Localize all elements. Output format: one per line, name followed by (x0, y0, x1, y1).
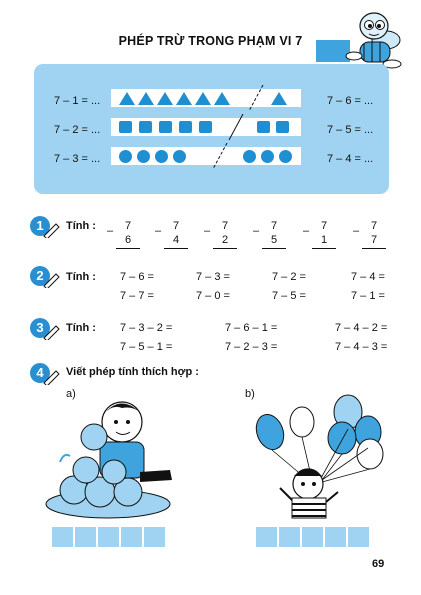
answer-box[interactable] (52, 527, 75, 547)
equation: 7 – 7 = (120, 290, 154, 302)
vertical-subtraction: –7 1 (303, 219, 336, 250)
equation: 7 – 4 – 2 = (335, 322, 388, 334)
divider-line (228, 114, 244, 140)
circle-shape (155, 150, 168, 163)
square-shape (119, 121, 132, 133)
triangle-shape (271, 92, 287, 105)
answer-line (116, 248, 140, 249)
pencil-icon (43, 370, 60, 385)
answer-line (164, 248, 188, 249)
triangle-shape (214, 92, 230, 105)
circle-shape (119, 150, 132, 163)
circle-shape (243, 150, 256, 163)
triangle-shape (195, 92, 211, 105)
minuend: 7 (172, 220, 180, 232)
minuend: 7 (320, 220, 328, 232)
vertical-subtraction: –7 5 (253, 219, 286, 250)
panel-equation-left-3: 7 – 3 = ... (54, 153, 101, 165)
equation: 7 – 6 = (120, 271, 154, 283)
pencil-icon (43, 223, 60, 238)
subtrahend: 4 (172, 234, 180, 246)
vertical-subtraction: –7 6 (107, 219, 140, 250)
circle-shape (261, 150, 274, 163)
exercise-4-label: Viết phép tính thích hợp : (66, 366, 199, 378)
pencil-icon (43, 273, 60, 288)
square-shape (276, 121, 289, 133)
answer-box[interactable] (256, 527, 279, 547)
subtrahend: 1 (320, 234, 328, 246)
vertical-subtraction: –7 4 (155, 219, 188, 250)
equation: 7 – 5 = (272, 290, 306, 302)
divider-dashed-line (212, 143, 228, 169)
minuend: 7 (124, 220, 132, 232)
answer-box[interactable] (75, 527, 98, 547)
panel-equation-right-2: 7 – 5 = ... (327, 124, 374, 136)
subtrahend: 7 (370, 234, 378, 246)
answer-box[interactable] (121, 527, 144, 547)
answer-boxes-b[interactable] (256, 527, 371, 547)
panel-equation-left-2: 7 – 2 = ... (54, 124, 101, 136)
equation: 7 – 0 = (196, 290, 230, 302)
equation: 7 – 3 – 2 = (120, 322, 173, 334)
minuend: 7 (370, 220, 378, 232)
minuend: 7 (270, 220, 278, 232)
pencil-icon (43, 325, 60, 340)
panel-equation-right-3: 7 – 4 = ... (327, 153, 374, 165)
square-shape (139, 121, 152, 133)
answer-box[interactable] (98, 527, 121, 547)
triangle-strip (111, 85, 301, 111)
boy-with-balloons-illustration (255, 394, 384, 519)
square-shape (199, 121, 212, 133)
triangle-shape (157, 92, 173, 105)
subtrahend: 6 (124, 234, 132, 246)
answer-line (362, 248, 386, 249)
panel-equation-left-1: 7 – 1 = ... (54, 95, 101, 107)
answer-box[interactable] (348, 527, 371, 547)
equation: 7 – 4 = (351, 271, 385, 283)
answer-line (312, 248, 336, 249)
answer-box[interactable] (325, 527, 348, 547)
circle-shape (173, 150, 186, 163)
circle-shape (137, 150, 150, 163)
triangle-shape (138, 92, 154, 105)
minuend: 7 (221, 220, 229, 232)
exercise-2-label: Tính : (66, 271, 96, 283)
equation: 7 – 1 = (351, 290, 385, 302)
answer-line (262, 248, 286, 249)
exercise-1-label: Tính : (66, 220, 96, 232)
vertical-subtraction: –7 7 (353, 219, 386, 250)
page-number: 69 (372, 558, 385, 570)
equation: 7 – 4 – 3 = (335, 341, 388, 353)
triangle-shape (119, 92, 135, 105)
square-strip (111, 114, 301, 140)
vertical-subtraction: –7 2 (204, 219, 237, 250)
subtrahend: 2 (221, 234, 229, 246)
answer-boxes-a[interactable] (52, 527, 167, 547)
equation: 7 – 5 – 1 = (120, 341, 173, 353)
circle-shape (279, 150, 292, 163)
square-shape (179, 121, 192, 133)
panel-equation-right-1: 7 – 6 = ... (327, 95, 374, 107)
equation: 7 – 3 = (196, 271, 230, 283)
equation: 7 – 6 – 1 = (225, 322, 278, 334)
equation: 7 – 2 = (272, 271, 306, 283)
divider-dashed-line (248, 85, 264, 111)
boy-with-balls-illustration (45, 401, 172, 519)
square-shape (257, 121, 270, 133)
equation: 7 – 2 – 3 = (225, 341, 278, 353)
subtrahend: 5 (270, 234, 278, 246)
answer-box[interactable] (279, 527, 302, 547)
exercise-3-label: Tính : (66, 322, 96, 334)
answer-line (213, 248, 237, 249)
square-shape (159, 121, 172, 133)
answer-box[interactable] (144, 527, 167, 547)
circle-strip (111, 143, 301, 169)
answer-box[interactable] (302, 527, 325, 547)
triangle-shape (176, 92, 192, 105)
